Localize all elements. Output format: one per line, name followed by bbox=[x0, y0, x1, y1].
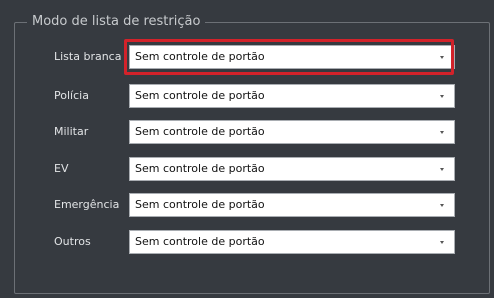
whitelist-select-value: Sem controle de portão bbox=[135, 50, 265, 63]
row-military: Militar Sem controle de portão bbox=[0, 120, 494, 144]
military-select-value: Sem controle de portão bbox=[135, 125, 265, 138]
row-emergency: Emergência Sem controle de portão bbox=[0, 193, 494, 217]
ev-label: EV bbox=[54, 162, 69, 175]
emergency-select-value: Sem controle de portão bbox=[135, 198, 265, 211]
military-select[interactable]: Sem controle de portão bbox=[129, 120, 455, 144]
police-select-value: Sem controle de portão bbox=[135, 89, 265, 102]
ev-select[interactable]: Sem controle de portão bbox=[129, 157, 455, 181]
others-select-value: Sem controle de portão bbox=[135, 235, 265, 248]
chevron-down-icon[interactable] bbox=[440, 168, 444, 171]
row-whitelist: Lista branca Sem controle de portão bbox=[0, 45, 494, 69]
ev-select-value: Sem controle de portão bbox=[135, 162, 265, 175]
row-ev: EV Sem controle de portão bbox=[0, 157, 494, 181]
chevron-down-icon[interactable] bbox=[440, 131, 444, 134]
others-select[interactable]: Sem controle de portão bbox=[129, 230, 455, 254]
chevron-down-icon[interactable] bbox=[440, 241, 444, 244]
military-label: Militar bbox=[54, 125, 89, 138]
chevron-down-icon[interactable] bbox=[440, 95, 444, 98]
whitelist-select[interactable]: Sem controle de portão bbox=[129, 45, 455, 69]
row-police: Polícia Sem controle de portão bbox=[0, 84, 494, 108]
emergency-select[interactable]: Sem controle de portão bbox=[129, 193, 455, 217]
whitelist-label: Lista branca bbox=[54, 50, 122, 63]
emergency-label: Emergência bbox=[54, 198, 120, 211]
chevron-down-icon[interactable] bbox=[440, 204, 444, 207]
row-others: Outros Sem controle de portão bbox=[0, 230, 494, 254]
chevron-down-icon[interactable] bbox=[440, 56, 444, 59]
police-label: Polícia bbox=[54, 89, 89, 102]
groupbox-title: Modo de lista de restrição bbox=[27, 13, 206, 31]
others-label: Outros bbox=[54, 235, 91, 248]
police-select[interactable]: Sem controle de portão bbox=[129, 84, 455, 108]
